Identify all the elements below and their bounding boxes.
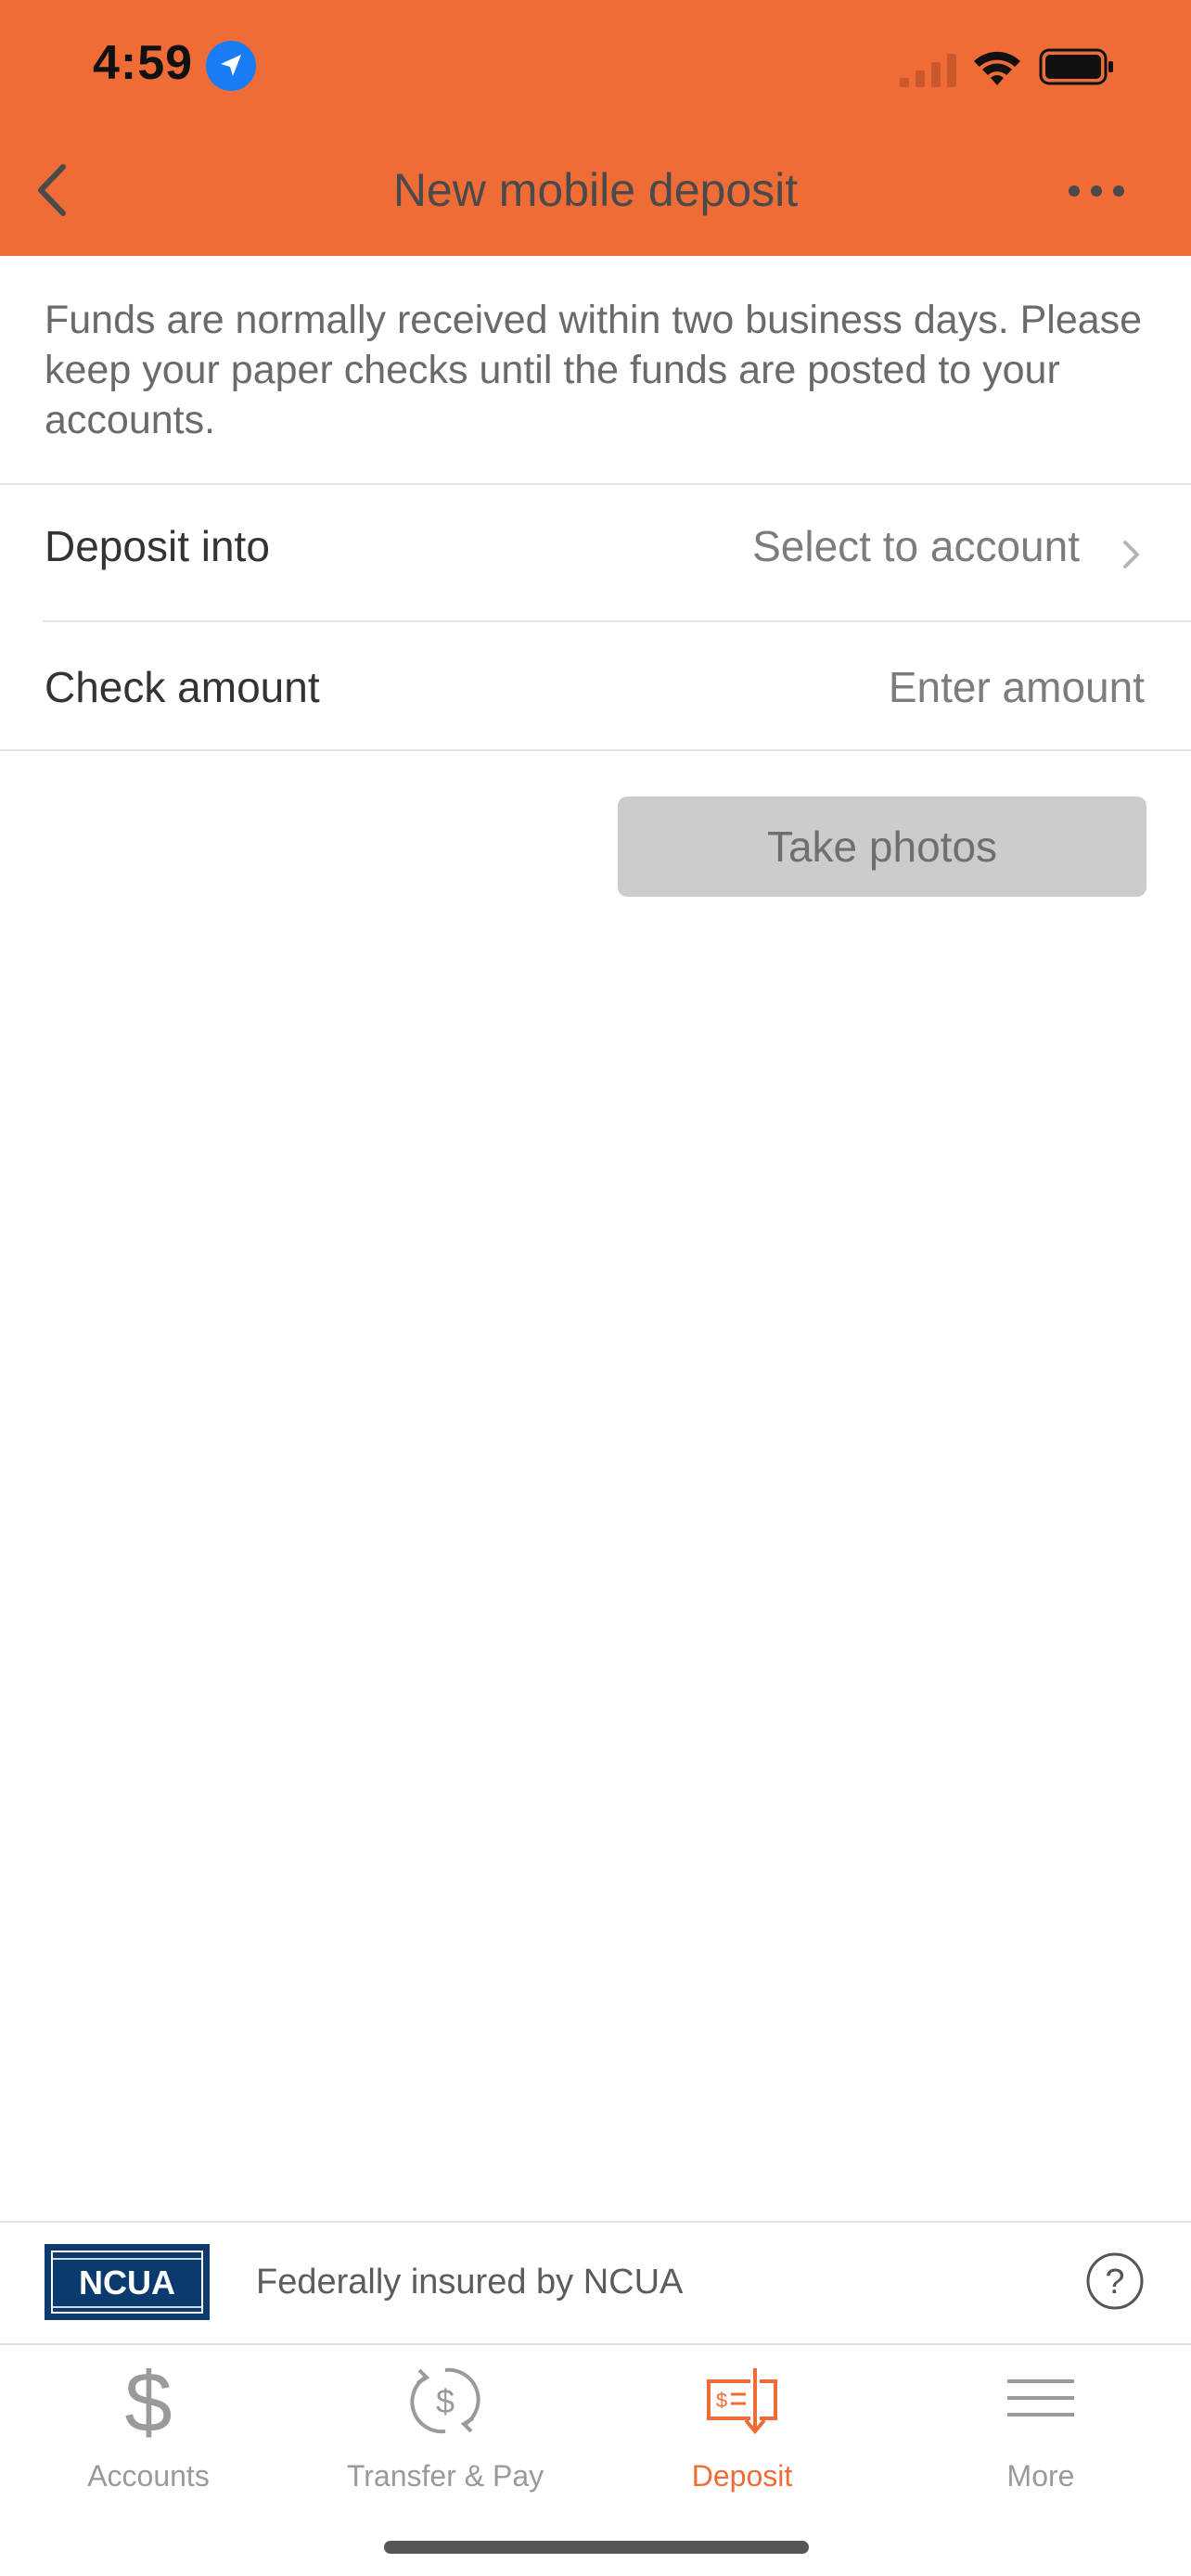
tab-deposit-label: Deposit (691, 2459, 793, 2493)
wifi-icon (974, 51, 1020, 85)
divider (0, 2221, 1191, 2223)
home-indicator[interactable] (384, 2541, 809, 2554)
dollar-icon: $ (124, 2359, 172, 2442)
tab-bar-divider (0, 2343, 1191, 2345)
status-time: 4:59 (93, 36, 194, 90)
location-icon (206, 41, 256, 91)
tab-transfer-pay-label: Transfer & Pay (346, 2459, 544, 2493)
app-header: 4:59 New mobile deposit (0, 0, 1191, 256)
deposit-into-label: Deposit into (45, 522, 270, 570)
deposit-info-text: Funds are normally received within two b… (45, 298, 1143, 442)
help-icon[interactable]: ? (1085, 2251, 1145, 2311)
chevron-right-icon (1123, 541, 1139, 568)
svg-text:$: $ (124, 2359, 172, 2442)
deposit-into-value[interactable]: Select to account (752, 521, 1080, 571)
transfer-pay-icon: $ (410, 2367, 480, 2434)
tab-more-label: More (1006, 2459, 1075, 2493)
svg-text:$: $ (716, 2389, 727, 2412)
divider (43, 620, 1191, 622)
page-title: New mobile deposit (392, 164, 799, 216)
tab-transfer-pay[interactable]: $ Transfer & Pay (297, 2355, 594, 2493)
check-amount-input[interactable]: Enter amount (889, 662, 1145, 712)
menu-icon (1007, 2379, 1074, 2417)
divider (0, 483, 1191, 485)
take-photos-button[interactable]: Take photos (618, 797, 1146, 897)
federally-insured-text: Federally insured by NCUA (256, 2263, 684, 2302)
svg-text:?: ? (1105, 2263, 1124, 2302)
tab-accounts-label: Accounts (87, 2459, 210, 2493)
svg-text:$: $ (436, 2382, 455, 2420)
check-amount-label: Check amount (45, 663, 320, 711)
divider (0, 749, 1191, 751)
ncua-logo: NCUA (45, 2244, 210, 2320)
cellular-signal-icon (900, 54, 956, 87)
ncua-badge-text: NCUA (79, 2264, 175, 2302)
battery-icon (1039, 48, 1113, 85)
more-options-button[interactable] (1067, 182, 1126, 200)
tab-deposit[interactable]: $ Deposit (594, 2355, 890, 2493)
tab-more[interactable]: More (892, 2355, 1189, 2493)
deposit-check-icon: $ (707, 2368, 777, 2435)
tab-accounts[interactable]: $ Accounts (0, 2355, 297, 2493)
